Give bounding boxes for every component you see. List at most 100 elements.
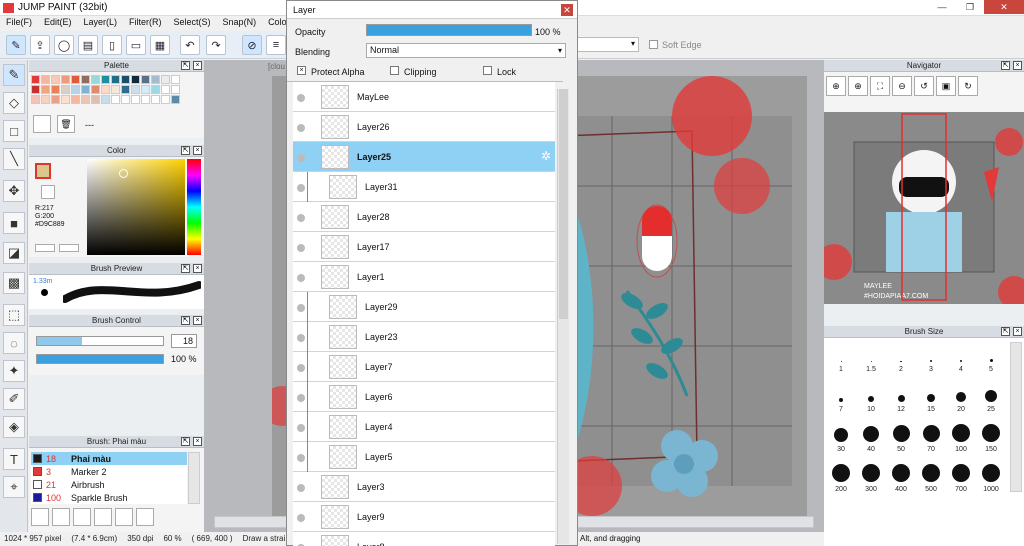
palette-swatch[interactable] (41, 95, 50, 104)
brush-size-option[interactable]: 150 (976, 422, 1006, 462)
brush-size-option[interactable]: 20 (946, 382, 976, 422)
brush-copy-icon[interactable] (73, 508, 91, 526)
layer-visibility-icon[interactable] (297, 214, 305, 222)
color-mode-button[interactable] (35, 244, 55, 252)
layer-opacity-slider[interactable] (366, 24, 532, 36)
select-pen-icon[interactable]: ✐ (3, 388, 25, 410)
brush-size-option[interactable]: 300 (856, 462, 886, 502)
layer-row[interactable]: Layer8 (293, 532, 555, 546)
select-eraser-icon[interactable]: ◈ (3, 416, 25, 438)
brush-size-option[interactable]: 30 (826, 422, 856, 462)
menu-select[interactable]: Select(S) (168, 16, 217, 30)
menu-filter[interactable]: Filter(R) (123, 16, 168, 30)
palette-swatch[interactable] (131, 95, 140, 104)
close-panel-icon[interactable]: × (193, 264, 202, 273)
brush-size-option[interactable]: 500 (916, 462, 946, 502)
layer-visibility-icon[interactable] (297, 124, 305, 132)
palette-swatch[interactable] (31, 85, 40, 94)
palette-swatch[interactable] (151, 85, 160, 94)
menu-edit[interactable]: Edit(E) (38, 16, 78, 30)
primary-color-swatch[interactable] (35, 163, 51, 179)
brush-size-option[interactable]: 7 (826, 382, 856, 422)
layer-visibility-icon[interactable] (297, 484, 305, 492)
layer-visibility-icon[interactable] (297, 514, 305, 522)
close-panel-icon[interactable]: × (193, 61, 202, 70)
brush-list-item[interactable]: 3 Marker 2 (31, 465, 187, 478)
brush-list-scrollbar[interactable] (188, 452, 200, 504)
brush-settings-icon[interactable] (94, 508, 112, 526)
palette-swatch[interactable] (121, 75, 130, 84)
palette-swatch[interactable] (141, 85, 150, 94)
bucket-tool-icon[interactable]: ◪ (3, 242, 25, 264)
palette-swatch[interactable] (61, 85, 70, 94)
float-panel-icon[interactable]: ⇱ (181, 146, 190, 155)
menu-snap[interactable]: Snap(N) (217, 16, 263, 30)
close-button[interactable]: ✕ (984, 0, 1024, 14)
palette-swatch[interactable] (121, 95, 130, 104)
brush-size-option[interactable]: 15 (916, 382, 946, 422)
palette-swatch[interactable] (31, 75, 40, 84)
hue-slider[interactable] (187, 159, 201, 255)
undo-icon[interactable]: ↶ (180, 35, 200, 55)
trash-icon[interactable]: 🗑 (57, 115, 75, 133)
menu-layer[interactable]: Layer(L) (78, 16, 124, 30)
layer-visibility-icon[interactable] (297, 304, 305, 312)
palette-swatch[interactable] (121, 85, 130, 94)
brush-size-option[interactable]: 4 (946, 342, 976, 382)
redo-icon[interactable]: ↷ (206, 35, 226, 55)
lock-checkbox[interactable] (483, 66, 492, 75)
lines-icon[interactable]: ≡ (266, 35, 286, 55)
brush-size-option[interactable]: 3 (916, 342, 946, 382)
brush-size-option[interactable]: 12 (886, 382, 916, 422)
brush-size-option[interactable]: 40 (856, 422, 886, 462)
option-dropdown[interactable]: ▾ (577, 37, 639, 52)
brush-size-option[interactable]: 1000 (976, 462, 1006, 502)
palette-swatch[interactable] (161, 85, 170, 94)
new-swatch-icon[interactable] (33, 115, 51, 133)
palette-swatch[interactable] (161, 75, 170, 84)
layer-window-close-button[interactable]: ✕ (561, 4, 573, 16)
layer-list-scrollbar[interactable] (557, 89, 569, 544)
rectangle-tool-icon[interactable]: □ (3, 120, 25, 142)
palette-swatch[interactable] (71, 75, 80, 84)
brush-size-slider[interactable] (36, 336, 164, 346)
float-panel-icon[interactable]: ⇱ (1001, 327, 1010, 336)
palette-swatch[interactable] (71, 85, 80, 94)
brush-list-item[interactable]: 18 Phai màu (31, 452, 187, 465)
comment-icon[interactable]: ▤ (78, 35, 98, 55)
pen-tool-icon[interactable]: ✎ (3, 64, 25, 86)
zoom-in-icon[interactable]: ⊕ (826, 76, 846, 96)
rotate-right-icon[interactable]: ↻ (958, 76, 978, 96)
export-icon[interactable]: ⇪ (30, 35, 50, 55)
zoom-plus-icon[interactable]: ⊕ (848, 76, 868, 96)
layer-visibility-icon[interactable] (297, 364, 305, 372)
close-panel-icon[interactable]: × (1013, 327, 1022, 336)
layer-row[interactable]: Layer5 (293, 442, 555, 472)
clipping-checkbox[interactable] (390, 66, 399, 75)
brush-list-item[interactable]: 21 Airbrush (31, 478, 187, 491)
close-panel-icon[interactable]: × (193, 437, 202, 446)
gradient-tool-icon[interactable]: ▩ (3, 272, 25, 294)
layer-visibility-icon[interactable] (297, 244, 305, 252)
palette-swatch[interactable] (61, 75, 70, 84)
layer-row[interactable]: Layer29 (293, 292, 555, 322)
brush-duplicate-icon[interactable] (136, 508, 154, 526)
soft-edge-checkbox[interactable] (649, 40, 658, 49)
palette-swatch[interactable] (41, 75, 50, 84)
brush-size-option[interactable]: 70 (916, 422, 946, 462)
float-panel-icon[interactable]: ⇱ (181, 437, 190, 446)
menu-file[interactable]: File(F) (0, 16, 38, 30)
grid-icon[interactable]: ▦ (150, 35, 170, 55)
layer-row[interactable]: Layer25 ✲ (293, 142, 555, 172)
palette-swatch[interactable] (31, 95, 40, 104)
brush-size-scrollbar[interactable] (1010, 342, 1022, 492)
brush-opacity-slider[interactable] (36, 354, 164, 364)
palette-swatch[interactable] (141, 75, 150, 84)
palette-swatch[interactable] (111, 95, 120, 104)
layer-visibility-icon[interactable] (297, 184, 305, 192)
fit-icon[interactable]: ⛶ (870, 76, 890, 96)
layer-row[interactable]: Layer3 (293, 472, 555, 502)
saturation-field[interactable] (87, 159, 185, 255)
brush-size-option[interactable]: 100 (946, 422, 976, 462)
speech-bubble-icon[interactable]: ◯ (54, 35, 74, 55)
